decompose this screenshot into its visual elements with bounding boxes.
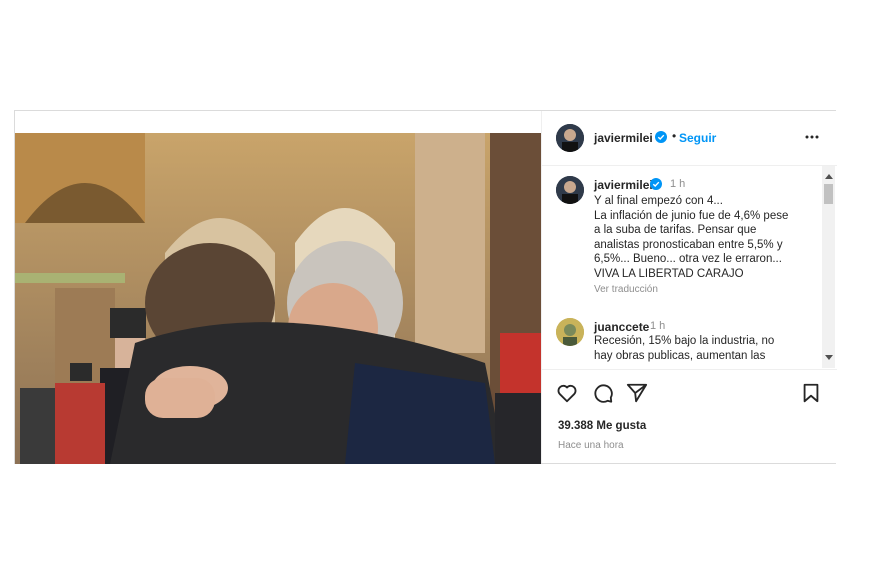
see-translation-link[interactable]: Ver traducción (594, 284, 658, 295)
comment-text: Recesión, 15% bajo la industria, no hay … (594, 334, 822, 363)
caption-line: VIVA LA LIBERTAD CARAJO (594, 267, 744, 280)
author-avatar[interactable] (556, 124, 584, 152)
page: javiermilei • Seguir javiermilei 1 h Y a… (0, 0, 870, 580)
post-timestamp[interactable]: Hace una hora (558, 440, 624, 451)
post-photo-image (15, 133, 541, 464)
scroll-down-arrow-icon[interactable] (825, 355, 833, 360)
caption-text: Y al final empezó con 4... La inflación … (594, 194, 822, 281)
comment-line: Recesión, 15% bajo la industria, no (594, 335, 775, 347)
comments-scrollbar[interactable] (822, 166, 835, 368)
more-options-icon[interactable] (804, 129, 820, 145)
instagram-post: javiermilei • Seguir javiermilei 1 h Y a… (14, 110, 837, 464)
caption-line: 6,5%... Bueno... otra vez le erraron... (594, 253, 782, 265)
caption-line: Y al final empezó con 4... (594, 195, 723, 207)
scrollbar-thumb[interactable] (824, 184, 833, 204)
caption-line: analistas pronosticaban entre 5,5% y (594, 238, 783, 251)
caption-author-avatar[interactable] (556, 176, 584, 204)
comment-timestamp[interactable]: 1 h (650, 320, 665, 332)
post-photo[interactable] (15, 133, 541, 464)
post-sidebar: javiermilei • Seguir javiermilei 1 h Y a… (541, 111, 837, 463)
comment-line: hay obras publicas, aumentan las (594, 349, 766, 362)
caption-line: a la suba de tarifas. Pensar que (594, 224, 757, 236)
comments-area[interactable]: javiermilei 1 h Y al final empezó con 4.… (542, 166, 837, 368)
paper-plane-icon[interactable] (626, 382, 648, 404)
commenter-username[interactable]: juanccete (594, 320, 649, 334)
commenter-avatar[interactable] (556, 318, 584, 346)
scroll-up-arrow-icon[interactable] (825, 174, 833, 179)
verified-badge-icon (655, 131, 667, 143)
caption-timestamp[interactable]: 1 h (670, 178, 685, 190)
caption-line: La inflación de junio fue de 4,6% pese (594, 209, 789, 222)
post-actions: 39.388 Me gusta Hace una hora (542, 369, 837, 464)
post-header: javiermilei • Seguir (542, 111, 837, 166)
bookmark-icon[interactable] (800, 382, 822, 404)
likes-count[interactable]: 39.388 Me gusta (558, 420, 646, 432)
caption-username[interactable]: javiermilei (594, 178, 653, 192)
separator-dot: • (672, 129, 677, 143)
heart-icon[interactable] (556, 382, 578, 404)
author-username[interactable]: javiermilei (594, 131, 653, 145)
verified-badge-icon (650, 178, 662, 190)
follow-button[interactable]: Seguir (679, 131, 716, 145)
comment-bubble-icon[interactable] (592, 382, 614, 404)
